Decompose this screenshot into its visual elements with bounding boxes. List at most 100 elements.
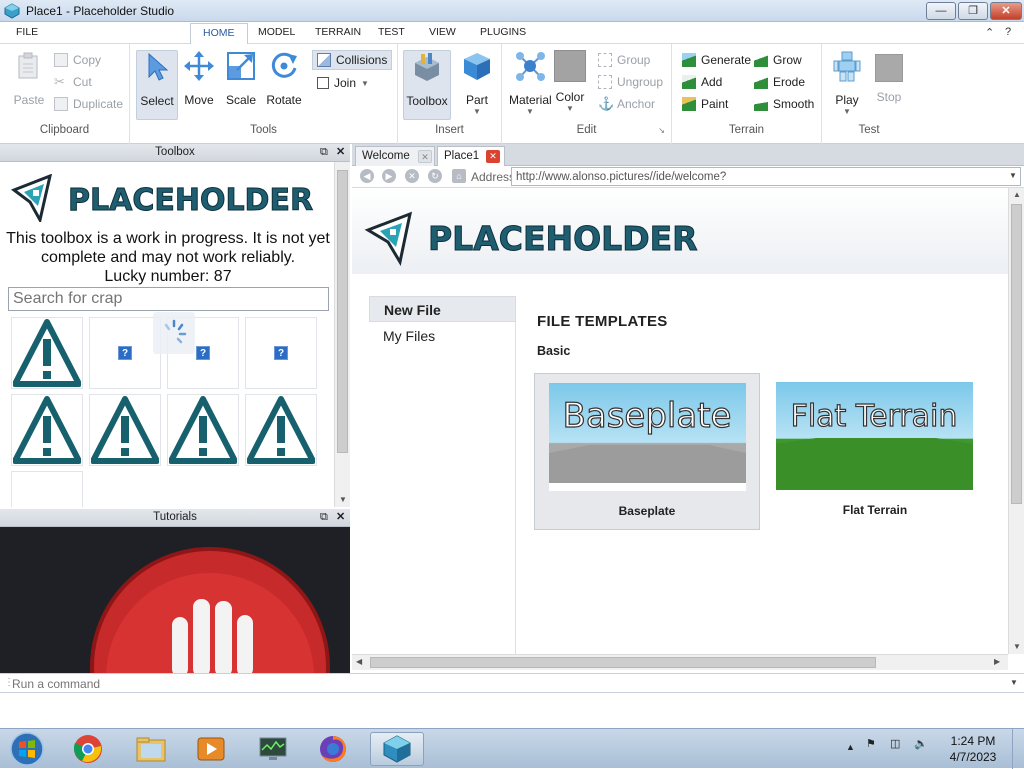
toolbox-item[interactable] <box>11 394 83 466</box>
close-tab-icon[interactable]: ✕ <box>418 150 432 163</box>
content-horizontal-scrollbar[interactable]: ◀ ▶ <box>352 654 1008 670</box>
erode-button[interactable]: Erode <box>754 73 805 91</box>
scroll-up-icon[interactable]: ▲ <box>1009 188 1024 202</box>
toolbox-item[interactable] <box>89 394 161 466</box>
stop-load-icon[interactable]: ✕ <box>405 169 419 183</box>
tab-test[interactable]: TEST <box>378 26 405 38</box>
action-center-icon[interactable]: ⚑ <box>866 737 876 750</box>
content-vertical-scrollbar[interactable]: ▲ ▼ <box>1008 188 1024 654</box>
volume-muted-icon[interactable]: 🔈 <box>914 737 928 750</box>
template-card-flat-terrain[interactable]: Flat Terrain Flat Terrain <box>762 373 988 530</box>
add-terrain-button[interactable]: Add <box>682 73 722 91</box>
minimize-button[interactable]: — <box>926 2 956 20</box>
windows-start-icon <box>10 732 44 766</box>
dialog-launcher-icon[interactable]: ↘ <box>658 126 665 135</box>
rotate-button[interactable]: Rotate <box>262 50 306 120</box>
paste-button[interactable]: Paste <box>8 50 50 120</box>
toolbox-item[interactable]: ? <box>245 317 317 389</box>
network-icon[interactable]: ◫ <box>890 737 900 750</box>
address-input[interactable] <box>511 167 1021 186</box>
taskbar-placeholder-studio[interactable] <box>370 732 424 766</box>
material-button[interactable]: Material ▼ <box>509 50 552 120</box>
address-bar: ◀ ▶ ✕ ↻ ⌂ Address ▼ <box>352 166 1024 188</box>
start-button[interactable] <box>0 732 54 766</box>
nav-new-file[interactable]: New File <box>369 296 516 322</box>
maximize-button[interactable]: ❐ <box>958 2 988 20</box>
scroll-left-icon[interactable]: ◀ <box>356 657 362 666</box>
tab-welcome[interactable]: Welcome ✕ <box>355 146 435 166</box>
smooth-button[interactable]: Smooth <box>754 95 814 113</box>
show-desktop-button[interactable] <box>1012 729 1024 769</box>
join-checkbox[interactable] <box>317 77 329 89</box>
cut-button[interactable]: ✂ Cut <box>54 73 92 91</box>
group-button[interactable]: Group <box>598 51 650 69</box>
help-icon[interactable]: ? <box>1005 26 1011 38</box>
scrollbar-thumb[interactable] <box>370 657 876 668</box>
toolbox-item[interactable] <box>167 394 239 466</box>
address-dropdown-icon[interactable]: ▼ <box>1009 171 1017 180</box>
play-button[interactable]: Play ▼ <box>826 50 868 120</box>
scroll-down-icon[interactable]: ▼ <box>335 493 351 507</box>
scissors-icon: ✂ <box>54 74 65 89</box>
select-button[interactable]: Select <box>136 50 178 120</box>
tab-model[interactable]: MODEL <box>258 26 295 38</box>
forward-icon[interactable]: ▶ <box>382 169 396 183</box>
scale-button[interactable]: Scale <box>220 50 262 120</box>
scrollbar-thumb[interactable] <box>337 170 348 453</box>
toolbox-item[interactable] <box>245 394 317 466</box>
toolbox-item[interactable] <box>11 471 83 507</box>
refresh-icon[interactable]: ↻ <box>428 169 442 183</box>
color-button[interactable]: Color ▼ <box>550 50 590 120</box>
close-pane-icon[interactable]: ✕ <box>336 509 345 526</box>
back-icon[interactable]: ◀ <box>360 169 374 183</box>
ungroup-button[interactable]: Ungroup <box>598 73 663 91</box>
stop-button[interactable]: Stop <box>868 50 910 120</box>
collapse-ribbon-icon[interactable]: ⌃ <box>985 26 994 39</box>
close-button[interactable]: ✕ <box>990 2 1022 20</box>
generate-button[interactable]: Generate <box>682 51 751 69</box>
tab-terrain[interactable]: TERRAIN <box>315 26 361 38</box>
collisions-toggle[interactable]: Collisions <box>312 50 393 70</box>
command-input[interactable] <box>12 676 1020 692</box>
ungroup-label: Ungroup <box>617 75 664 89</box>
move-button[interactable]: Move <box>178 50 220 120</box>
nav-my-files[interactable]: My Files <box>369 323 516 349</box>
scrollbar-thumb[interactable] <box>1011 204 1022 504</box>
toolbox-scrollbar[interactable]: ▼ <box>334 162 350 507</box>
float-pane-icon[interactable]: ⧉ <box>320 144 328 161</box>
grow-button[interactable]: Grow <box>754 51 802 69</box>
part-button[interactable]: Part ▼ <box>456 50 498 120</box>
tab-plugins[interactable]: PLUGINS <box>480 26 526 38</box>
scroll-right-icon[interactable]: ▶ <box>994 657 1000 666</box>
system-clock[interactable]: 1:24 PM 4/7/2023 <box>944 733 1002 765</box>
taskbar-explorer[interactable] <box>124 732 178 766</box>
anchor-button[interactable]: ⚓ Anchor <box>598 95 655 113</box>
close-pane-icon[interactable]: ✕ <box>336 144 345 161</box>
tab-home[interactable]: HOME <box>190 23 248 45</box>
scroll-down-icon[interactable]: ▼ <box>1009 640 1024 654</box>
taskbar-chrome[interactable] <box>61 732 115 766</box>
taskbar-firefox[interactable] <box>306 732 360 766</box>
paint-button[interactable]: Paint <box>682 95 728 113</box>
toolbox-button[interactable]: Toolbox <box>403 50 451 120</box>
float-pane-icon[interactable]: ⧉ <box>320 509 328 526</box>
join-toggle[interactable]: Join ▼ <box>317 74 369 92</box>
template-card-baseplate[interactable]: Baseplate Baseplate <box>534 373 760 530</box>
taskbar-media-player[interactable] <box>184 732 238 766</box>
file-menu[interactable]: FILE <box>16 26 38 38</box>
command-dropdown-icon[interactable]: ▼ <box>1010 678 1018 687</box>
erode-label: Erode <box>773 75 806 89</box>
toolbox-item[interactable]: ? <box>89 317 161 389</box>
copy-button[interactable]: Copy <box>54 51 101 69</box>
duplicate-button[interactable]: Duplicate <box>54 95 123 113</box>
toolbox-search-input[interactable] <box>8 287 329 311</box>
home-icon[interactable]: ⌂ <box>452 169 466 183</box>
tab-view[interactable]: VIEW <box>429 26 456 38</box>
toolbox-item[interactable] <box>11 317 83 389</box>
close-tab-icon[interactable]: ✕ <box>486 150 500 163</box>
broken-image-icon: ? <box>118 346 132 360</box>
warning-icon <box>91 396 159 464</box>
show-hidden-icons[interactable]: ▲ <box>846 742 855 752</box>
tab-place1[interactable]: Place1 ✕ <box>437 146 505 166</box>
taskbar-task-manager[interactable] <box>246 732 300 766</box>
